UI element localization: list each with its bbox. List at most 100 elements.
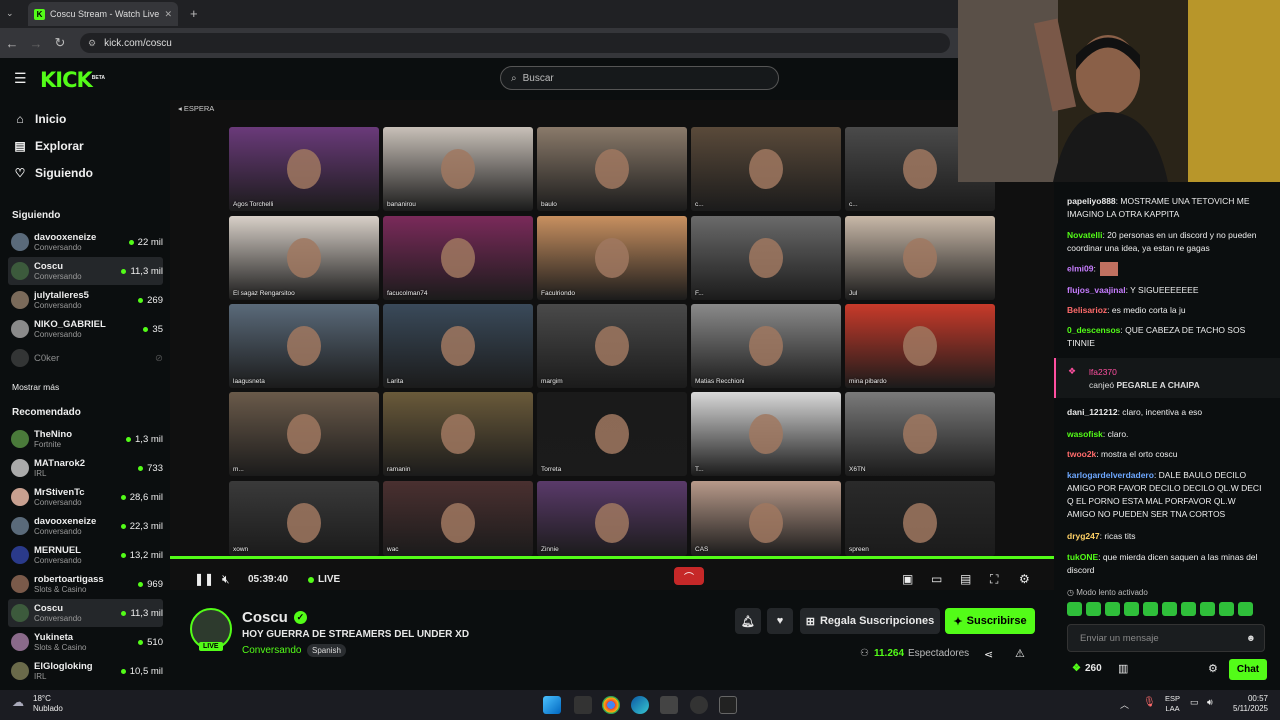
mute-button[interactable]: 🔇︎ — [222, 572, 230, 587]
store-icon[interactable]: ▥ — [1118, 662, 1128, 675]
volume-icon[interactable]: 🔊︎ — [1207, 697, 1213, 708]
recommended-channel[interactable]: TheNino Fortnite 1,3 mil — [8, 425, 163, 453]
participant-name: baulo — [541, 201, 557, 208]
emote-button[interactable] — [1067, 602, 1082, 616]
chat-username[interactable]: elmi09 — [1067, 263, 1093, 273]
video-call-tile: CAS — [691, 481, 841, 556]
viewer-count: ⚇ 11.264 Espectadores — [860, 648, 969, 659]
emote-button[interactable] — [1200, 602, 1215, 616]
chat-send-button[interactable]: Chat — [1229, 659, 1267, 680]
recommended-channel[interactable]: MERNUEL Conversando 13,2 mil — [8, 541, 163, 569]
chat-message: flujos_vaajinal: Y SIGUEEEEEEE — [1067, 284, 1263, 297]
tray-overflow-icon[interactable]: ︿ — [1120, 698, 1129, 711]
miniplayer-button[interactable]: ▣ — [902, 572, 913, 586]
browser-tab[interactable]: K Coscu Stream - Watch Live ✕ — [28, 2, 178, 26]
stream-language-tag[interactable]: Spanish — [307, 644, 346, 657]
channel-category: Fortnite — [34, 439, 62, 449]
chat-username[interactable]: twoo2k — [1067, 449, 1096, 459]
redemption-user[interactable]: lfa2370 — [1089, 367, 1117, 377]
video-player[interactable]: Agos Torchelli bananirou baulo c... c... El s… — [170, 100, 1054, 590]
stream-category[interactable]: Conversando — [242, 645, 301, 656]
chat-input[interactable]: Enviar un mensaje ☻ — [1067, 624, 1265, 652]
weather-widget[interactable]: 18°C Nublado — [33, 694, 63, 714]
emote-button[interactable] — [1219, 602, 1234, 616]
nav-siguiendo[interactable]: ♡ Siguiendo — [12, 166, 93, 180]
address-bar[interactable]: ⚙ kick.com/coscu — [80, 33, 950, 53]
show-more-link[interactable]: Mostrar más — [12, 382, 59, 392]
new-tab-icon[interactable]: + — [190, 6, 198, 21]
search-input[interactable]: ⌕ Buscar — [500, 66, 779, 90]
recommended-channel[interactable]: robertoartigass Slots & Casino 969 — [8, 570, 163, 598]
emoji-icon[interactable]: ☻ — [1246, 633, 1256, 644]
emote-button[interactable] — [1181, 602, 1196, 616]
chat-username[interactable]: Belisarioz — [1067, 305, 1107, 315]
back-icon[interactable]: ← — [0, 36, 24, 51]
mic-icon[interactable]: 🎙︎ — [1143, 697, 1156, 708]
chat-settings-icon[interactable]: ⚙ — [1208, 662, 1218, 675]
follow-button[interactable]: ♥ — [767, 608, 793, 634]
following-channel[interactable]: julytalleres5 Conversando 269 — [8, 286, 163, 314]
site-info-icon[interactable]: ⚙ — [88, 38, 96, 49]
report-icon[interactable]: ⚠ — [1015, 647, 1025, 660]
recommended-channel[interactable]: ElGlogloking IRL 10,5 mil — [8, 657, 163, 685]
channel-points[interactable]: ❖ 260 — [1072, 663, 1102, 674]
obs-icon[interactable] — [690, 696, 708, 714]
nav-inicio[interactable]: ⌂ Inicio — [12, 112, 66, 126]
start-icon[interactable] — [543, 696, 561, 714]
menu-icon[interactable]: ☰ — [14, 70, 27, 87]
chat-username[interactable]: Novatelli — [1067, 230, 1102, 240]
chat-username[interactable]: wasofisk — [1067, 429, 1103, 439]
following-channel[interactable]: NIKO_GABRIEL Conversando 35 — [8, 315, 163, 343]
subscribe-button[interactable]: ✦ Suscribirse — [945, 608, 1035, 634]
recommended-channel[interactable]: Coscu Conversando 11,3 mil — [8, 599, 163, 627]
gift-subs-button[interactable]: ⊞ Regala Suscripciones — [800, 608, 940, 634]
app-icon[interactable] — [660, 696, 678, 714]
following-channel[interactable]: Coscu Conversando 11,3 mil — [8, 257, 163, 285]
chat-username[interactable]: dani_121212 — [1067, 407, 1118, 417]
chat-username[interactable]: 0_descensos — [1067, 325, 1120, 335]
chrome-icon[interactable] — [602, 696, 620, 714]
notifications-button[interactable]: 🔔︎ — [735, 608, 761, 634]
channel-category: Conversando — [34, 271, 82, 281]
streamer-name[interactable]: Coscu ✓ — [242, 609, 307, 626]
clip-button[interactable]: ▤ — [960, 572, 971, 586]
epic-games-icon[interactable] — [719, 696, 737, 714]
live-indicator: LIVE — [308, 574, 340, 585]
recommended-channel[interactable]: MrStivenTc Conversando 28,6 mil — [8, 483, 163, 511]
task-view-icon[interactable] — [574, 696, 592, 714]
reload-icon[interactable]: ↻ — [48, 35, 72, 51]
emote-button[interactable] — [1105, 602, 1120, 616]
emote-button[interactable] — [1143, 602, 1158, 616]
tab-search-icon[interactable]: ⌄ — [6, 8, 14, 19]
edge-icon[interactable] — [631, 696, 649, 714]
fullscreen-button[interactable]: ⛶ — [990, 572, 998, 587]
channel-name: davooxeneize — [34, 515, 97, 527]
following-channel[interactable]: davooxeneize Conversando 22 mil — [8, 228, 163, 256]
emote-button[interactable] — [1162, 602, 1177, 616]
chat-username[interactable]: papeliyo888 — [1067, 196, 1116, 206]
emote-button[interactable] — [1124, 602, 1139, 616]
chat-username[interactable]: tukONE — [1067, 552, 1098, 562]
theater-mode-button[interactable]: ▭ — [931, 572, 942, 586]
share-icon[interactable]: ⋖ — [984, 648, 993, 661]
emote-button[interactable] — [1086, 602, 1101, 616]
network-icon[interactable]: ▭ — [1190, 697, 1199, 708]
pause-button[interactable]: ❚❚ — [194, 572, 214, 586]
language-indicator[interactable]: ESP LAA — [1165, 694, 1180, 714]
chat-username[interactable]: flujos_vaajinal — [1067, 285, 1126, 295]
emote-button[interactable] — [1238, 602, 1253, 616]
recommended-channel[interactable]: MATnarok2 IRL 733 — [8, 454, 163, 482]
url-text: kick.com/coscu — [104, 37, 172, 49]
settings-button[interactable]: ⚙ — [1019, 572, 1030, 586]
nav-explorar[interactable]: ▤ Explorar — [12, 139, 83, 153]
forward-icon[interactable]: → — [24, 36, 48, 51]
kick-logo[interactable]: KICKBETA — [40, 68, 105, 92]
avatar — [11, 459, 29, 477]
chat-username[interactable]: dryg247 — [1067, 531, 1100, 541]
close-tab-icon[interactable]: ✕ — [164, 9, 172, 20]
clock[interactable]: 00:57 5/11/2025 — [1226, 694, 1268, 714]
following-channel-offline[interactable]: C0ker ⊘ — [8, 344, 163, 372]
recommended-channel[interactable]: Yukineta Slots & Casino 510 — [8, 628, 163, 656]
chat-username[interactable]: karlogardelverdadero — [1067, 470, 1154, 480]
recommended-channel[interactable]: davooxeneize Conversando 22,3 mil — [8, 512, 163, 540]
